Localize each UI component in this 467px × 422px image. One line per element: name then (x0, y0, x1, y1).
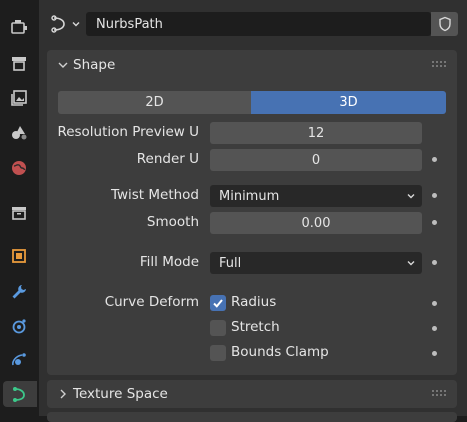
properties-editor: NurbsPath Shape 2D 3D Resolution Preview… (39, 0, 467, 422)
stretch-label[interactable]: Stretch (231, 319, 280, 335)
curve-icon (51, 15, 65, 33)
dimension-3d-button[interactable]: 3D (251, 91, 446, 114)
datablock-type-selector[interactable] (49, 12, 85, 36)
curve-data-tab[interactable] (3, 381, 37, 407)
keyframe-dot[interactable] (432, 193, 437, 198)
drag-grip-icon[interactable] (431, 389, 447, 397)
collection-tab[interactable] (6, 200, 32, 226)
object-tab[interactable] (6, 243, 32, 269)
orbit-icon (12, 353, 26, 366)
twist-method-value: Minimum (219, 188, 280, 204)
box-icon (12, 207, 26, 220)
shape-panel: Shape 2D 3D Resolution Preview U 12 Rend… (47, 50, 457, 375)
datablock-header: NurbsPath (39, 0, 467, 46)
render-u-field[interactable]: 0 (210, 149, 422, 171)
particle-icon (12, 319, 26, 334)
panel-title: Shape (73, 57, 116, 73)
modifier-tab[interactable] (6, 279, 32, 305)
resolution-preview-u-label: Resolution Preview U (57, 124, 199, 140)
printer-icon (12, 57, 26, 71)
next-panel-edge (47, 412, 457, 422)
properties-tab-strip (0, 0, 37, 416)
tool-tab[interactable] (6, 14, 32, 40)
curve-deform-label: Curve Deform (104, 294, 199, 310)
fill-mode-value: Full (219, 255, 242, 271)
checkmark-icon (213, 299, 223, 308)
keyframe-dot[interactable] (432, 220, 437, 225)
fill-mode-label: Fill Mode (139, 254, 199, 270)
physics-tab[interactable] (6, 347, 32, 373)
keyframe-dot[interactable] (432, 326, 437, 331)
fake-user-button[interactable] (431, 12, 458, 36)
twist-method-dropdown[interactable]: Minimum (210, 185, 422, 207)
keyframe-dot[interactable] (432, 260, 437, 265)
object-square-icon (12, 249, 26, 263)
globe-icon (12, 161, 26, 175)
bounds-clamp-label[interactable]: Bounds Clamp (231, 344, 329, 360)
shapes-icon (12, 126, 27, 140)
shield-icon (438, 16, 451, 32)
resolution-preview-u-field[interactable]: 12 (210, 122, 422, 144)
keyframe-dot[interactable] (432, 301, 437, 306)
render-tab[interactable] (6, 50, 32, 76)
keyframe-dot[interactable] (432, 351, 437, 356)
chevron-down-icon (407, 261, 415, 266)
stretch-checkbox[interactable] (210, 320, 226, 336)
keyframe-dot[interactable] (432, 157, 437, 162)
bounds-clamp-checkbox[interactable] (210, 345, 226, 361)
output-tab[interactable] (6, 85, 32, 111)
shape-panel-header[interactable]: Shape (47, 50, 457, 80)
dimension-2d-button[interactable]: 2D (58, 91, 251, 114)
render-u-label: Render U (136, 151, 199, 167)
datablock-name-field[interactable]: NurbsPath (86, 12, 431, 36)
panel-title: Texture Space (73, 386, 168, 402)
twist-method-label: Twist Method (110, 187, 199, 203)
image-stack-icon (11, 90, 27, 106)
wrench-icon (12, 285, 26, 299)
radius-checkbox[interactable] (210, 295, 226, 311)
chevron-down-icon (58, 62, 68, 68)
view-layer-tab[interactable] (6, 119, 32, 145)
chevron-right-icon (60, 389, 66, 399)
tool-icon (11, 20, 27, 34)
chevron-down-icon (72, 22, 80, 27)
chevron-down-icon (407, 194, 415, 199)
curve-icon (13, 387, 25, 402)
smooth-label: Smooth (146, 214, 199, 230)
drag-grip-icon[interactable] (431, 60, 447, 68)
radius-label[interactable]: Radius (231, 294, 276, 310)
particles-tab[interactable] (6, 313, 32, 339)
texture-space-panel[interactable]: Texture Space (47, 380, 457, 408)
fill-mode-dropdown[interactable]: Full (210, 252, 422, 274)
smooth-field[interactable]: 0.00 (210, 212, 422, 234)
world-tab[interactable] (6, 155, 32, 181)
